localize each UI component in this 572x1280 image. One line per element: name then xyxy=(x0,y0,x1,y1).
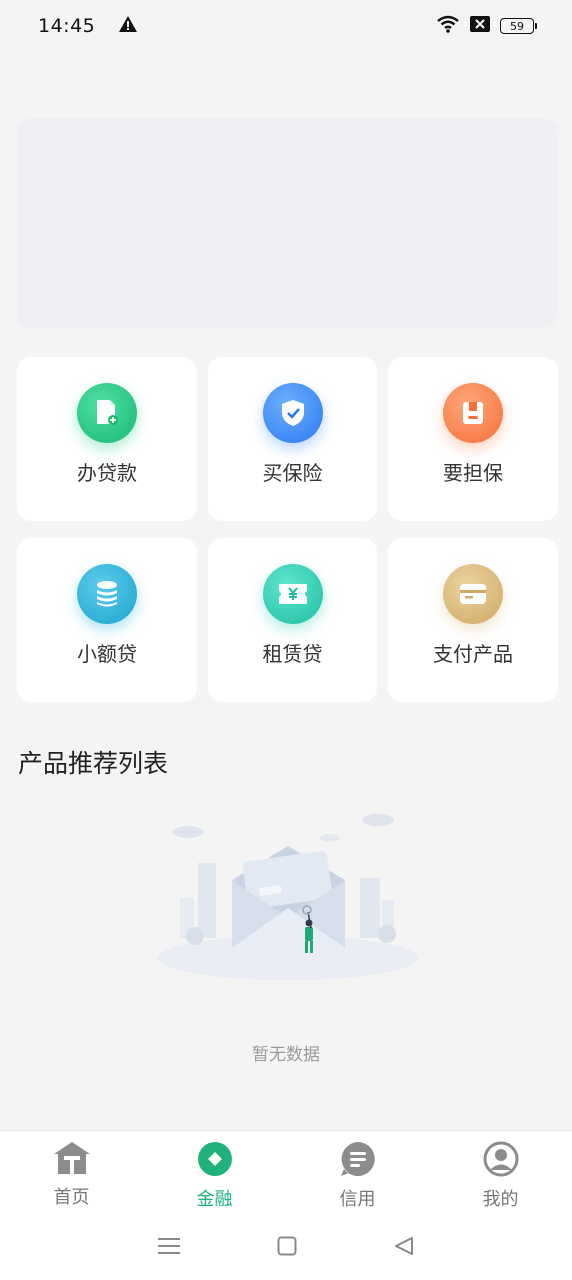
sim-off-icon xyxy=(470,16,490,36)
guarantee-icon xyxy=(443,383,503,443)
service-label: 要担保 xyxy=(443,461,503,485)
card-icon xyxy=(443,564,503,624)
service-card-lease[interactable]: 租赁贷 xyxy=(208,538,377,702)
system-nav-bar xyxy=(0,1216,572,1280)
service-label: 买保险 xyxy=(262,461,323,485)
home-icon xyxy=(53,1141,91,1179)
service-label: 支付产品 xyxy=(433,642,513,666)
banner[interactable] xyxy=(17,118,557,328)
warning-icon xyxy=(119,16,138,36)
status-bar: 14:45 59 xyxy=(0,0,572,52)
section-title: 产品推荐列表 xyxy=(18,749,169,778)
tab-home[interactable]: 首页 xyxy=(0,1131,143,1216)
service-card-loan[interactable]: 办贷款 xyxy=(17,357,197,521)
tab-label: 我的 xyxy=(482,1189,519,1210)
service-label: 租赁贷 xyxy=(262,642,323,666)
tab-profile[interactable]: 我的 xyxy=(429,1131,572,1216)
tab-credit[interactable]: 信用 xyxy=(286,1131,429,1216)
tab-label: 金融 xyxy=(196,1189,233,1210)
yen-ticket-icon xyxy=(262,564,323,624)
tab-label: 信用 xyxy=(339,1189,376,1210)
battery-level: 59 xyxy=(510,19,524,33)
loan-document-icon xyxy=(77,383,137,443)
status-right: 59 xyxy=(436,15,537,37)
wifi-icon xyxy=(436,15,460,37)
service-card-payment[interactable]: 支付产品 xyxy=(388,538,558,702)
menu-icon[interactable] xyxy=(158,1236,181,1260)
empty-state-text: 暂无数据 xyxy=(252,1045,320,1065)
service-label: 小额贷 xyxy=(77,642,137,666)
service-label: 办贷款 xyxy=(77,461,137,485)
credit-icon xyxy=(340,1141,376,1181)
service-grid: 办贷款 买保险 要担保 小额贷 租赁贷 支付产品 xyxy=(17,357,558,702)
insurance-shield-icon xyxy=(262,383,323,443)
service-card-guarantee[interactable]: 要担保 xyxy=(388,357,558,521)
coin-stack-icon xyxy=(77,564,137,624)
profile-icon xyxy=(483,1141,519,1181)
service-card-insurance[interactable]: 买保险 xyxy=(208,357,377,521)
battery-icon: 59 xyxy=(500,18,537,34)
service-card-microloan[interactable]: 小额贷 xyxy=(17,538,197,702)
tab-label: 首页 xyxy=(53,1187,90,1208)
status-time: 14:45 xyxy=(38,15,96,37)
finance-icon xyxy=(197,1141,233,1181)
empty-state-illustration xyxy=(150,808,425,988)
home-square-icon[interactable] xyxy=(277,1236,297,1260)
back-triangle-icon[interactable] xyxy=(394,1236,414,1260)
status-left: 14:45 xyxy=(38,15,138,37)
tab-finance[interactable]: 金融 xyxy=(143,1131,286,1216)
bottom-tab-bar: 首页 金融 信用 我的 xyxy=(0,1130,572,1216)
